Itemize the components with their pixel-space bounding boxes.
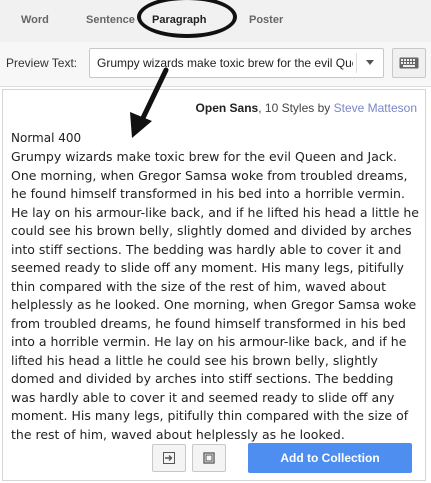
open-font-button[interactable] <box>152 444 186 472</box>
square-icon <box>203 452 215 464</box>
font-info: Open Sans, 10 Styles by Steve Matteson <box>196 101 417 115</box>
highlight-circle-annotation <box>137 0 237 38</box>
style-label: Normal 400 <box>11 131 82 145</box>
font-card: Open Sans, 10 Styles by Steve Matteson N… <box>2 89 426 481</box>
preview-text-label: Preview Text: <box>6 56 78 70</box>
tab-sentence[interactable]: Sentence <box>86 14 135 26</box>
preview-text-row: Preview Text: Grumpy wizards make toxic … <box>0 42 431 87</box>
add-to-collection-button[interactable]: Add to Collection <box>248 443 412 473</box>
chevron-down-icon <box>366 60 374 65</box>
sample-paragraph: Grumpy wizards make toxic brew for the e… <box>11 149 419 442</box>
arrow-right-box-icon <box>163 452 175 464</box>
font-author[interactable]: Steve Matteson <box>334 101 417 115</box>
tab-bar: Word Sentence Paragraph Poster <box>0 0 431 42</box>
keyboard-button[interactable] <box>392 48 426 78</box>
tab-word[interactable]: Word <box>21 14 49 26</box>
preview-text-select[interactable]: Grumpy wizards make toxic brew for the e… <box>89 48 384 78</box>
tab-poster[interactable]: Poster <box>249 14 283 26</box>
select-divider <box>356 53 357 73</box>
font-styles: , 10 Styles by <box>258 101 334 115</box>
keyboard-icon <box>399 57 419 69</box>
popout-button[interactable] <box>192 444 226 472</box>
font-name[interactable]: Open Sans <box>196 101 259 115</box>
preview-text-value: Grumpy wizards make toxic brew for the e… <box>97 56 353 70</box>
